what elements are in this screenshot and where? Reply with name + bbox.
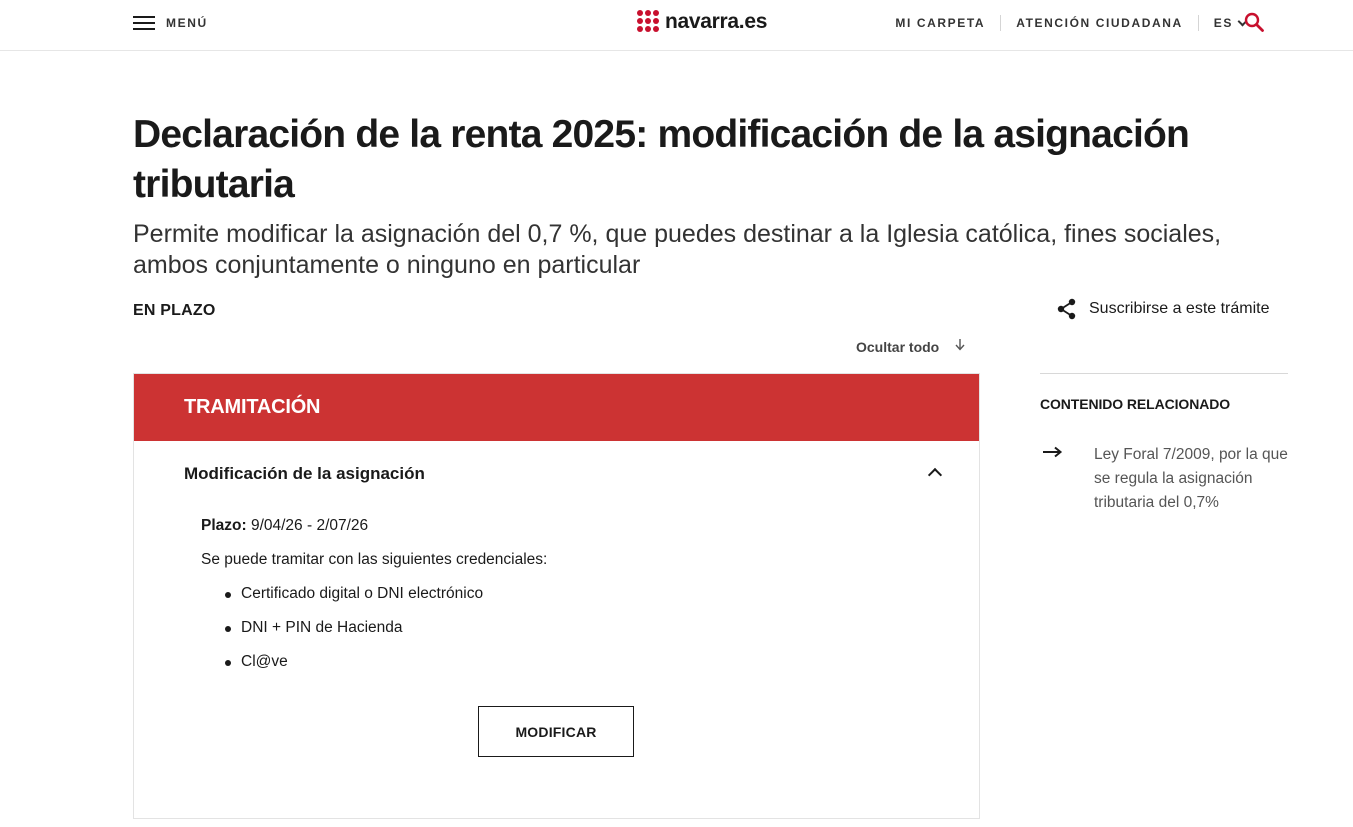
logo-text: navarra.es bbox=[665, 10, 768, 33]
site-header: MENÚ navarra.es MI CARPETA ATENCIÓN CIUD… bbox=[0, 0, 1353, 51]
hamburger-icon bbox=[133, 14, 155, 30]
site-logo[interactable]: navarra.es bbox=[637, 10, 767, 34]
plazo-value: 9/04/26 - 2/07/26 bbox=[246, 517, 369, 534]
nav-mi-carpeta[interactable]: MI CARPETA bbox=[895, 15, 1000, 31]
credentials-list: Certificado digital o DNI electrónico DN… bbox=[201, 584, 547, 672]
hide-all-toggle[interactable]: Ocultar todo bbox=[856, 339, 965, 355]
top-navigation: MI CARPETA ATENCIÓN CIUDADANA ES bbox=[895, 15, 1261, 31]
related-content-title: CONTENIDO RELACIONADO bbox=[1040, 396, 1231, 412]
status-label: EN PLAZO bbox=[133, 302, 216, 319]
language-code: ES bbox=[1213, 16, 1233, 30]
arrow-down-icon bbox=[955, 339, 965, 351]
tramitacion-card: TRAMITACIÓN Modificación de la asignació… bbox=[133, 373, 980, 819]
tramitacion-header: TRAMITACIÓN bbox=[134, 374, 979, 441]
menu-label: MENÚ bbox=[166, 16, 208, 30]
plazo-label: Plazo: bbox=[201, 517, 247, 534]
logo-dots-icon bbox=[637, 10, 661, 34]
chevron-up-icon[interactable] bbox=[927, 467, 943, 483]
hide-all-label: Ocultar todo bbox=[856, 339, 940, 355]
page-title: Declaración de la renta 2025: modificaci… bbox=[133, 113, 1190, 206]
list-item: Certificado digital o DNI electrónico bbox=[201, 584, 547, 604]
list-item: Cl@ve bbox=[201, 652, 547, 672]
share-icon bbox=[1057, 298, 1076, 320]
subscribe-label: Suscribirse a este trámite bbox=[1089, 300, 1270, 317]
sidebar-divider bbox=[1040, 373, 1288, 374]
modify-button[interactable]: MODIFICAR bbox=[478, 706, 634, 757]
nav-atencion-ciudadana[interactable]: ATENCIÓN CIUDADANA bbox=[1000, 15, 1198, 31]
accordion-body: Plazo: 9/04/26 - 2/07/26 Se puede tramit… bbox=[201, 516, 547, 686]
list-item: DNI + PIN de Hacienda bbox=[201, 618, 547, 638]
page-subtitle: Permite modificar la asignación del 0,7 … bbox=[133, 220, 1222, 279]
related-link-ley-foral[interactable]: Ley Foral 7/2009, por la que se regula l… bbox=[1094, 443, 1294, 515]
arrow-right-icon bbox=[1043, 446, 1063, 458]
accordion-title[interactable]: Modificación de la asignación bbox=[184, 464, 425, 484]
credentials-intro: Se puede tramitar con las siguientes cre… bbox=[201, 551, 548, 568]
search-icon[interactable] bbox=[1244, 12, 1264, 32]
subscribe-link[interactable]: Suscribirse a este trámite bbox=[1057, 298, 1270, 320]
menu-button[interactable]: MENÚ bbox=[133, 14, 208, 30]
plazo-line: Plazo: 9/04/26 - 2/07/26 bbox=[201, 516, 547, 536]
